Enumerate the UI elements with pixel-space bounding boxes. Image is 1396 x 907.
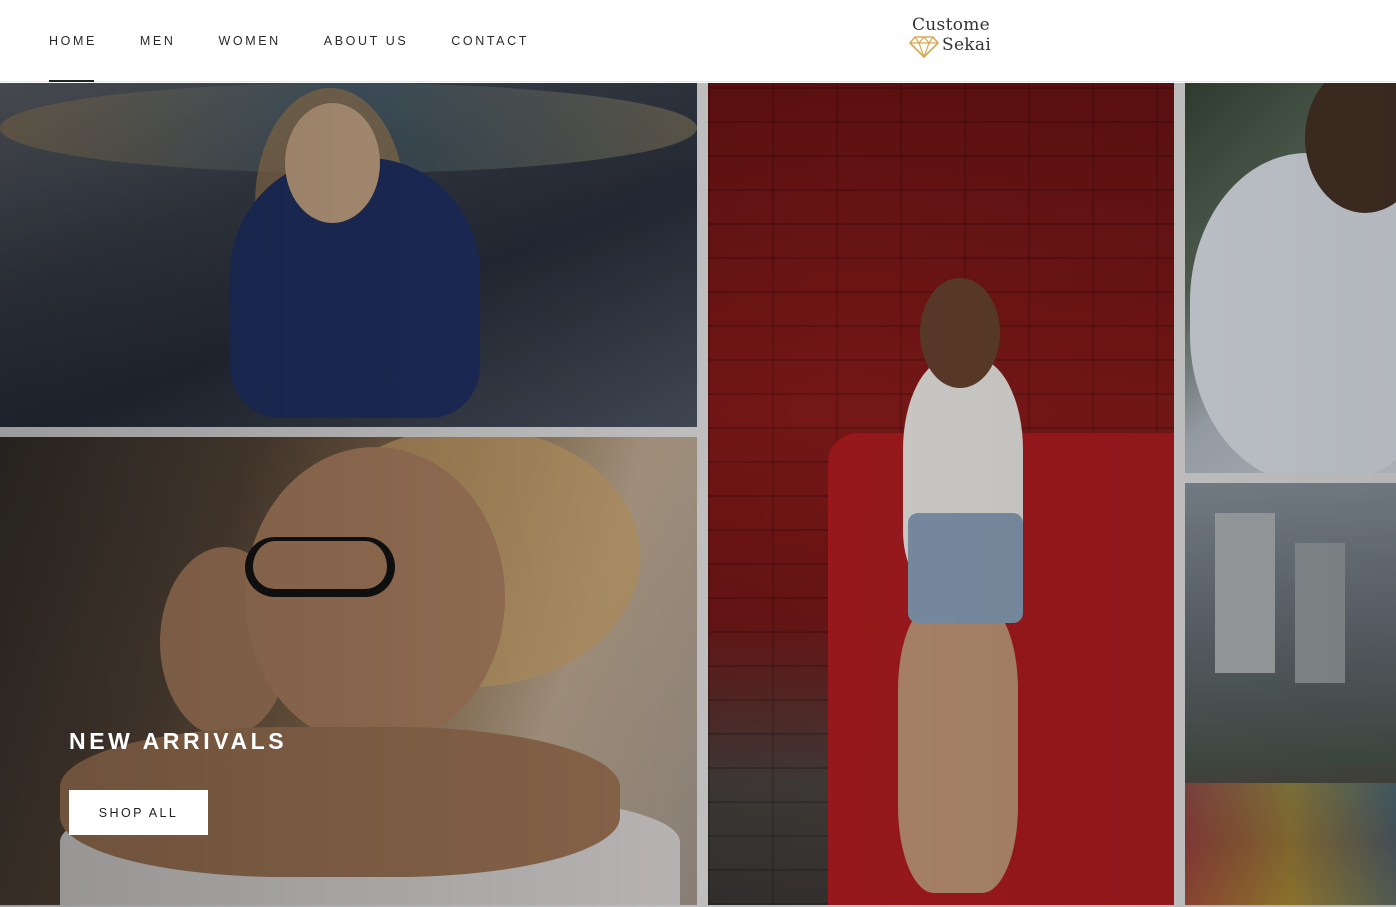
- site-logo[interactable]: Custome Sekai: [909, 15, 995, 63]
- shop-all-button[interactable]: SHOP ALL: [69, 790, 208, 835]
- nav-item-contact[interactable]: CONTACT: [451, 0, 529, 82]
- nav-item-about-us[interactable]: ABOUT US: [324, 0, 408, 82]
- hero-collage: NEW ARRIVALS SHOP ALL: [0, 83, 1396, 907]
- hero-overlay: [0, 83, 1396, 907]
- nav-item-men[interactable]: MEN: [140, 0, 176, 82]
- nav-item-women[interactable]: WOMEN: [218, 0, 280, 82]
- hero-title: NEW ARRIVALS: [69, 728, 288, 754]
- logo-text-line1: Custome: [912, 15, 991, 35]
- logo-text-line2: Sekai: [942, 35, 992, 55]
- nav-item-home[interactable]: HOME: [49, 0, 97, 82]
- main-nav: HOME MEN WOMEN ABOUT US CONTACT: [49, 0, 572, 82]
- diamond-icon: [909, 36, 939, 58]
- site-header: HOME MEN WOMEN ABOUT US CONTACT Custome …: [0, 0, 1396, 82]
